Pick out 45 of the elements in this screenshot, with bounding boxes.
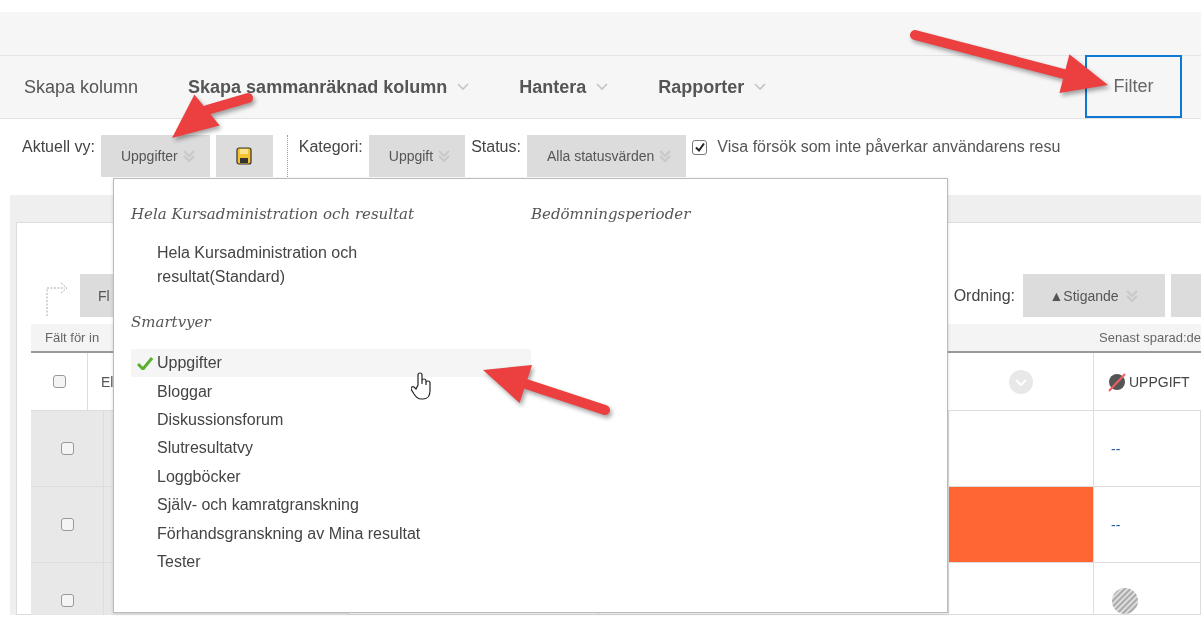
save-button[interactable] xyxy=(215,135,273,177)
move-button[interactable]: Fl xyxy=(80,274,115,317)
menu-item[interactable]: Bloggar xyxy=(131,377,531,406)
grade-value[interactable]: -- xyxy=(1111,516,1121,533)
view-select[interactable]: Uppgifter xyxy=(100,135,210,177)
exempt-icon xyxy=(1111,586,1139,615)
group-heading: Hela Kursadministration och resultat xyxy=(131,205,416,223)
hidden-from-students-icon xyxy=(1107,371,1127,392)
column-header[interactable]: UPPGIFT xyxy=(1129,373,1190,390)
hand-cursor-icon xyxy=(411,372,433,400)
checkbox[interactable] xyxy=(60,442,74,455)
menu-item[interactable]: Förhandsgranskning av Mina resultat xyxy=(131,519,531,548)
field-label: Ordning: xyxy=(953,286,1015,305)
field-label: Kategori: xyxy=(298,137,363,157)
menu-item[interactable]: Hela Kursadministration och resultat(Standard) xyxy=(131,241,397,289)
checkbox-label: Visa försök som inte påverkar användarens resu xyxy=(717,137,1061,157)
status-select[interactable]: Alla statusvärden xyxy=(526,135,687,177)
checkbox[interactable] xyxy=(692,139,708,155)
category-select[interactable]: Uppgift xyxy=(368,135,466,177)
menu-item[interactable]: Tester xyxy=(131,547,531,577)
menu-item[interactable]: Loggböcker xyxy=(131,462,531,491)
checkmark-icon xyxy=(137,357,153,370)
checkbox[interactable] xyxy=(60,594,74,607)
info-text: Fält för in xyxy=(45,330,100,345)
filter-button[interactable]: Filter xyxy=(1085,55,1182,118)
field-label: Aktuell vy: xyxy=(22,137,95,157)
grade-cell[interactable] xyxy=(949,487,1094,563)
menu-item[interactable]: Skapa sammanräknad kolumn xyxy=(188,76,470,98)
menu-item[interactable]: Skapa kolumn xyxy=(24,76,139,98)
menu-item[interactable]: Hantera xyxy=(519,76,609,98)
bent-arrow-icon xyxy=(45,281,70,316)
checkbox[interactable] xyxy=(52,375,66,388)
column-header[interactable]: El xyxy=(101,373,114,390)
menu-item[interactable]: Slutresultatvy xyxy=(131,434,531,463)
field-label: Status: xyxy=(471,137,521,157)
saved-status-text: Senast sparad:de xyxy=(1099,330,1201,345)
menu-item[interactable]: Diskussionsforum xyxy=(131,405,531,435)
group-heading: Bedömningsperioder xyxy=(531,205,691,223)
checkbox[interactable] xyxy=(60,518,74,531)
grade-value[interactable]: -- xyxy=(1111,440,1121,457)
menu-item[interactable]: Själv- och kamratgranskning xyxy=(131,490,531,520)
group-heading: Smartvyer xyxy=(131,313,213,331)
menu-item[interactable]: Rapporter xyxy=(658,76,767,98)
sort-order-select[interactable]: ▲Stigande xyxy=(1023,274,1165,317)
menu-item[interactable]: Uppgifter xyxy=(131,349,531,378)
